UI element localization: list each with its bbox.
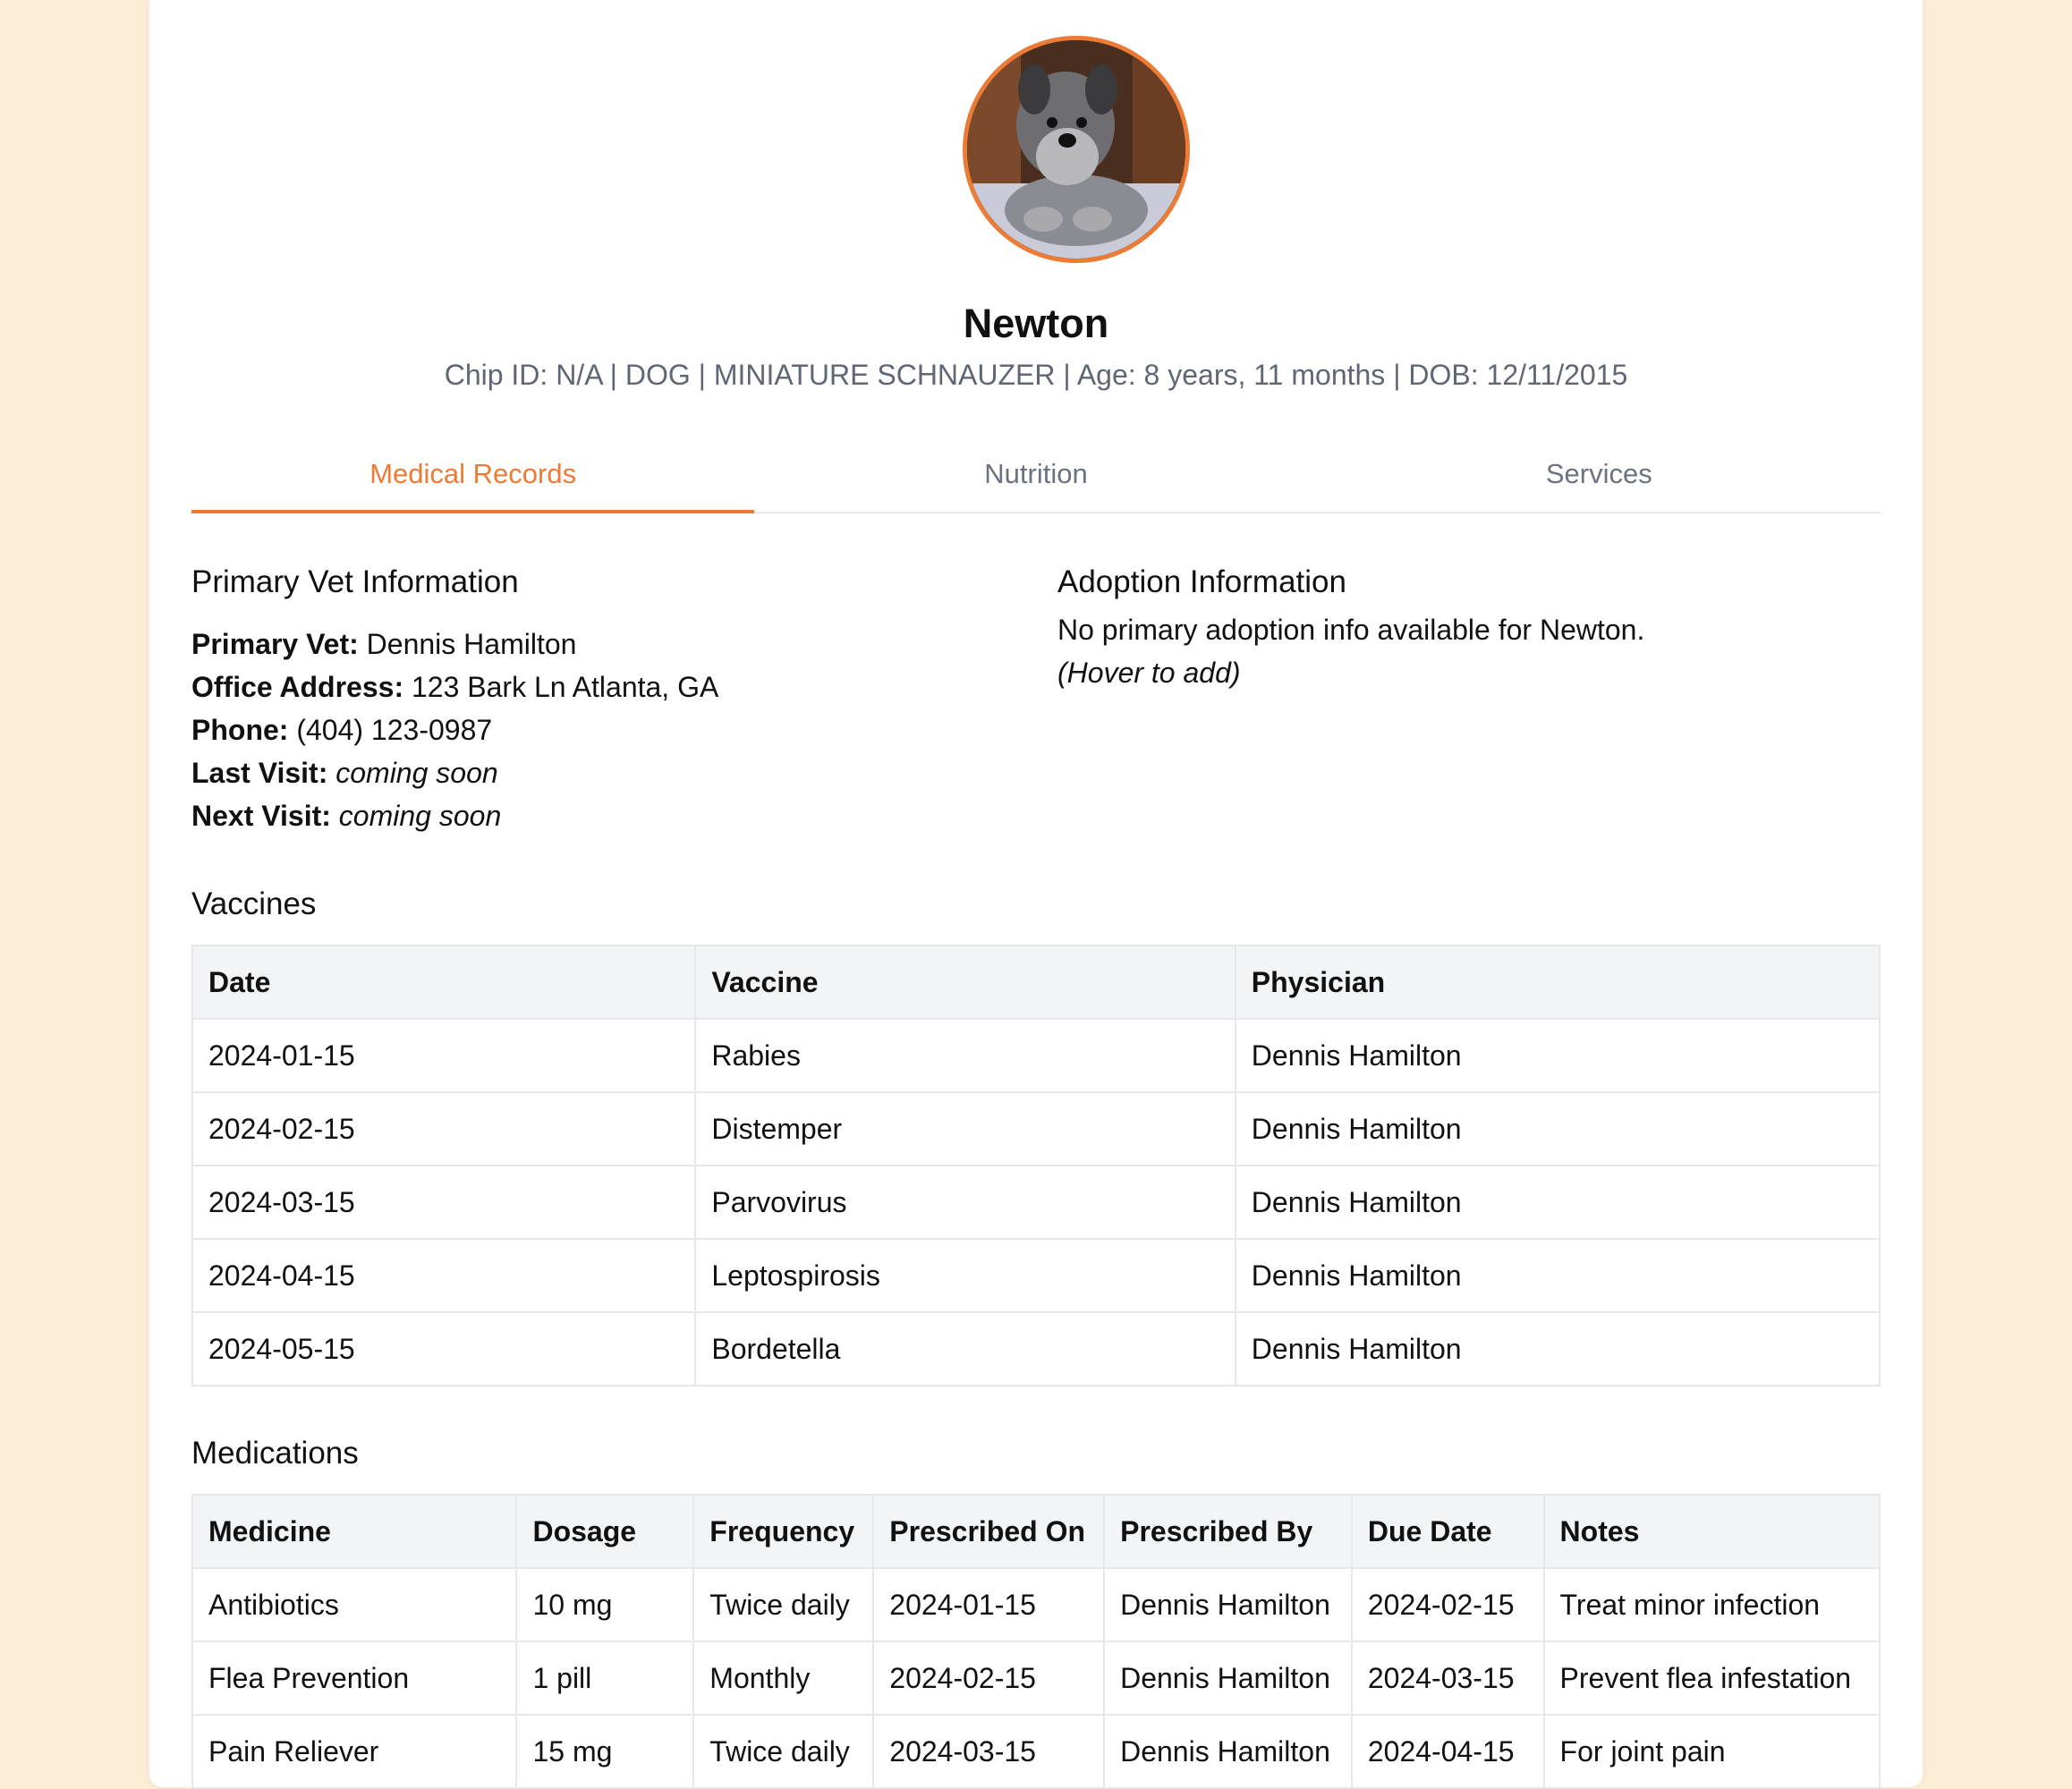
vaccine-cell: Leptospirosis [694, 1238, 1236, 1313]
vaccines-section-title: Vaccines [191, 886, 317, 921]
vet-info-label: Phone: [191, 714, 289, 746]
vaccine-column-header: Date [191, 945, 697, 1020]
vaccine-cell: Dennis Hamilton [1234, 1311, 1881, 1386]
medication-row: Flea Prevention 1 pill Monthly 2024-02-15 De… [191, 1641, 1881, 1716]
medication-column-header: Prescribed By [1103, 1494, 1353, 1569]
medication-cell: For joint pain [1542, 1714, 1881, 1789]
vet-info-label: Next Visit: [191, 800, 331, 832]
medications-table: Medicine Dosage Frequency Prescribed On Pres… [191, 1494, 1881, 1789]
vet-info-value: 123 Bark Ln Atlanta, GA [411, 671, 719, 703]
pet-meta: Chip ID: N/A | DOG | MINIATURE SCHNAUZER… [444, 359, 1628, 391]
medications-section-title: Medications [191, 1436, 359, 1471]
medication-column-header: Due Date [1350, 1494, 1545, 1569]
vet-section-title: Primary Vet Information [191, 564, 519, 599]
tab-nutrition[interactable]: Nutrition [754, 440, 1317, 512]
medication-cell: Flea Prevention [191, 1641, 518, 1716]
vet-info-value: coming soon [335, 757, 498, 789]
vaccine-row: 2024-01-15 Rabies Dennis Hamilton [191, 1018, 1881, 1093]
vaccine-row: 2024-03-15 Parvovirus Dennis Hamilton [191, 1165, 1881, 1240]
vaccine-cell: Dennis Hamilton [1234, 1018, 1881, 1093]
medication-cell: Pain Reliever [191, 1714, 518, 1789]
vaccine-cell: Parvovirus [694, 1165, 1236, 1240]
medication-cell: 1 pill [515, 1641, 695, 1716]
adoption-hint: (Hover to add) [1057, 657, 1241, 689]
vet-info-value: (404) 123-0987 [296, 714, 493, 746]
medication-column-header: Frequency [692, 1494, 875, 1569]
medication-cell: Twice daily [692, 1567, 875, 1642]
vet-info-value: Dennis Hamilton [366, 628, 577, 660]
vet-info-value: coming soon [338, 800, 502, 832]
vet-info-row: Office Address: 123 Bark Ln Atlanta, GA [191, 666, 718, 708]
vaccine-column-header: Physician [1234, 945, 1881, 1020]
adoption-section-title: Adoption Information [1057, 564, 1346, 599]
vet-info-label: Primary Vet: [191, 628, 359, 660]
medication-cell: 2024-03-15 [1350, 1641, 1545, 1716]
vaccine-cell: 2024-03-15 [191, 1165, 697, 1240]
vaccine-cell: 2024-04-15 [191, 1238, 697, 1313]
tab-medical-records[interactable]: Medical Records [191, 440, 755, 513]
vaccine-cell: 2024-02-15 [191, 1091, 697, 1166]
vaccine-cell: 2024-05-15 [191, 1311, 697, 1386]
dog-photo [967, 40, 1185, 259]
medication-row: Antibiotics 10 mg Twice daily 2024-01-15 Den… [191, 1567, 1881, 1642]
vaccine-column-header: Vaccine [694, 945, 1236, 1020]
vaccine-cell: Dennis Hamilton [1234, 1165, 1881, 1240]
profile-card: Newton Chip ID: N/A | DOG | MINIATURE SC… [149, 0, 1923, 1789]
medication-cell: Twice daily [692, 1714, 875, 1789]
medication-cell: 2024-03-15 [872, 1714, 1106, 1789]
medication-cell: 10 mg [515, 1567, 695, 1642]
medication-cell: 2024-02-15 [872, 1641, 1106, 1716]
medication-row: Pain Reliever 15 mg Twice daily 2024-03-15 D… [191, 1714, 1881, 1789]
pet-avatar [963, 36, 1190, 263]
vaccine-cell: Distemper [694, 1091, 1236, 1166]
medication-column-header: Dosage [515, 1494, 695, 1569]
vaccines-table: Date Vaccine Physician 2024-01-15 Rabies Den… [191, 945, 1881, 1386]
medication-cell: Monthly [692, 1641, 875, 1716]
pet-name: Newton [963, 301, 1109, 346]
medication-cell: 2024-01-15 [872, 1567, 1106, 1642]
medication-cell: 2024-04-15 [1350, 1714, 1545, 1789]
vet-info-row: Phone: (404) 123-0987 [191, 708, 718, 751]
medication-cell: Dennis Hamilton [1103, 1714, 1353, 1789]
medication-cell: Treat minor infection [1542, 1567, 1881, 1642]
medication-cell: 2024-02-15 [1350, 1567, 1545, 1642]
vaccine-row: 2024-04-15 Leptospirosis Dennis Hamilton [191, 1238, 1881, 1313]
vaccine-cell: 2024-01-15 [191, 1018, 697, 1093]
vet-info-label: Office Address: [191, 671, 404, 703]
adoption-message: No primary adoption info available for N… [1057, 614, 1645, 646]
medication-cell: Antibiotics [191, 1567, 518, 1642]
medication-column-header: Prescribed On [872, 1494, 1106, 1569]
medication-column-header: Notes [1542, 1494, 1881, 1569]
vet-info-row: Last Visit: coming soon [191, 751, 718, 794]
vaccine-cell: Rabies [694, 1018, 1236, 1093]
vet-info-row: Next Visit: coming soon [191, 794, 718, 837]
vaccine-row: 2024-05-15 Bordetella Dennis Hamilton [191, 1311, 1881, 1386]
vaccines-header-row: Date Vaccine Physician [191, 945, 1881, 1020]
adoption-info[interactable]: No primary adoption info available for N… [1057, 608, 1644, 694]
vaccine-cell: Dennis Hamilton [1234, 1238, 1881, 1313]
medication-cell: 15 mg [515, 1714, 695, 1789]
vaccine-cell: Dennis Hamilton [1234, 1091, 1881, 1166]
vet-info-row: Primary Vet: Dennis Hamilton [191, 623, 718, 666]
vet-info-list: Primary Vet: Dennis Hamilton Office Addre… [191, 623, 718, 837]
tab-bar: Medical Records Nutrition Services [191, 440, 1881, 513]
medication-column-header: Medicine [191, 1494, 518, 1569]
medications-header-row: Medicine Dosage Frequency Prescribed On Pres… [191, 1494, 1881, 1569]
tab-services[interactable]: Services [1318, 440, 1881, 512]
medication-cell: Prevent flea infestation [1542, 1641, 1881, 1716]
vaccine-row: 2024-02-15 Distemper Dennis Hamilton [191, 1091, 1881, 1166]
vet-info-label: Last Visit: [191, 757, 328, 789]
medication-cell: Dennis Hamilton [1103, 1641, 1353, 1716]
vaccine-cell: Bordetella [694, 1311, 1236, 1386]
medication-cell: Dennis Hamilton [1103, 1567, 1353, 1642]
